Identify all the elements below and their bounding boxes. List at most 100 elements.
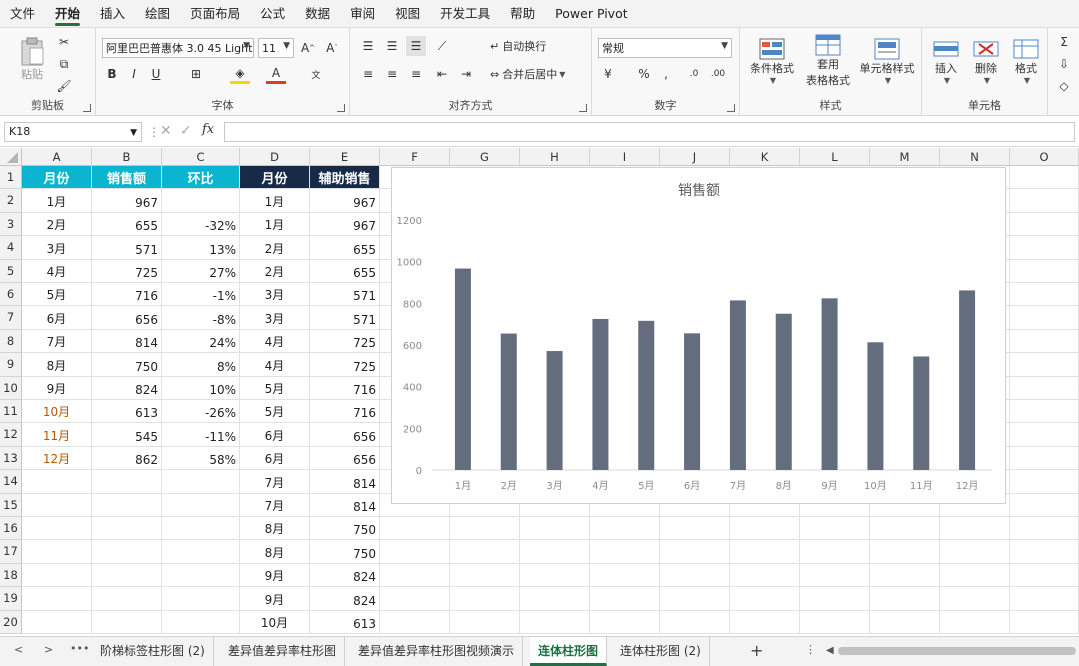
month-cell[interactable]: 5月 — [22, 283, 92, 307]
aux-sales-cell[interactable]: 814 — [310, 493, 380, 517]
growth-cell[interactable]: 58% — [162, 446, 240, 471]
column-header-H[interactable]: H — [520, 148, 590, 166]
bar-5月[interactable] — [638, 320, 655, 470]
grid-cell[interactable] — [660, 587, 730, 611]
grid-cell[interactable] — [1010, 587, 1079, 611]
grid-cell[interactable] — [92, 493, 162, 517]
orientation-icon[interactable]: ⟋ — [432, 36, 452, 56]
grid-cell[interactable] — [590, 587, 660, 611]
aux-month-cell[interactable]: 6月 — [240, 446, 310, 471]
cell-styles-button[interactable]: 单元格样式 ▼ — [856, 34, 918, 88]
aux-month-cell[interactable]: 2月 — [240, 236, 310, 260]
grid-cell[interactable] — [450, 517, 520, 541]
aux-sales-cell[interactable]: 656 — [310, 446, 380, 471]
hscroll-left-icon[interactable]: ◀ — [826, 645, 834, 656]
name-box[interactable]: K18 ▼ — [4, 122, 142, 142]
grid-cell[interactable] — [800, 587, 870, 611]
percent-icon[interactable]: % — [634, 64, 654, 84]
aux-month-cell[interactable]: 4月 — [240, 353, 310, 377]
grid-cell[interactable] — [22, 563, 92, 588]
bar-10月[interactable] — [867, 342, 884, 470]
column-header-G[interactable]: G — [450, 148, 520, 166]
scroll-left-icon[interactable]: < — [14, 643, 23, 656]
row-header-8[interactable]: 8 — [0, 329, 22, 354]
grid-cell[interactable] — [800, 517, 870, 541]
row-header-14[interactable]: 14 — [0, 470, 22, 494]
grid-cell[interactable] — [380, 563, 450, 588]
bar-3月[interactable] — [546, 351, 563, 470]
aux-sales-cell[interactable]: 656 — [310, 423, 380, 447]
border-icon[interactable]: ⊞ — [186, 64, 206, 84]
aux-sales-cell[interactable]: 725 — [310, 353, 380, 377]
aux-sales-cell[interactable]: 824 — [310, 563, 380, 588]
increase-indent-icon[interactable]: ⇥ — [456, 64, 476, 84]
bar-4月[interactable] — [592, 318, 609, 470]
grid-cell[interactable] — [1010, 353, 1079, 377]
grid-cell[interactable] — [92, 540, 162, 564]
bold-icon[interactable]: B — [102, 64, 122, 84]
aux-month-cell[interactable]: 5月 — [240, 376, 310, 400]
menu-item-4[interactable]: 页面布局 — [180, 0, 250, 28]
phonetic-icon[interactable]: 文 — [306, 64, 326, 84]
row-header-20[interactable]: 20 — [0, 610, 22, 634]
grid-cell[interactable] — [22, 587, 92, 611]
number-launcher-icon[interactable] — [727, 104, 735, 112]
underline-icon[interactable]: U — [146, 64, 166, 84]
merge-center-button[interactable]: ⇔ 合并后居中 ▼ — [490, 64, 565, 84]
aux-month-cell[interactable]: 3月 — [240, 283, 310, 307]
aux-month-cell[interactable]: 4月 — [240, 329, 310, 354]
aux-month-cell[interactable]: 5月 — [240, 400, 310, 424]
grid-cell[interactable] — [380, 517, 450, 541]
increase-decimal-icon[interactable]: .0 — [684, 64, 704, 84]
wrap-text-button[interactable]: ↵ 自动换行 — [490, 36, 546, 56]
bar-11月[interactable] — [913, 356, 930, 470]
grid-cell[interactable] — [520, 563, 590, 588]
grid-cell[interactable] — [590, 610, 660, 634]
aux-sales-cell[interactable]: 967 — [310, 189, 380, 213]
formula-input[interactable] — [224, 122, 1075, 142]
grid-cell[interactable] — [940, 563, 1010, 588]
format-painter-icon[interactable]: 🖌 — [54, 76, 74, 96]
grid-cell[interactable] — [1010, 283, 1079, 307]
sales-cell[interactable]: 824 — [92, 376, 162, 400]
aux-sales-cell[interactable]: 814 — [310, 470, 380, 494]
fill-color-icon[interactable]: ◈ — [230, 64, 250, 84]
row-header-1[interactable]: 1 — [0, 166, 22, 190]
align-left-icon[interactable]: ≡ — [358, 64, 378, 84]
grid-cell[interactable] — [730, 610, 800, 634]
aux-sales-cell[interactable]: 571 — [310, 306, 380, 330]
sales-cell[interactable]: 967 — [92, 189, 162, 213]
grid-cell[interactable] — [940, 610, 1010, 634]
format-as-table-button[interactable]: 套用 表格格式 — [800, 34, 856, 88]
delete-cells-button[interactable]: 删除 ▼ — [966, 34, 1006, 88]
grid-cell[interactable] — [162, 610, 240, 634]
grid-cell[interactable] — [450, 563, 520, 588]
aux-month-cell[interactable]: 7月 — [240, 493, 310, 517]
italic-icon[interactable]: I — [124, 64, 144, 84]
column-header-C[interactable]: C — [162, 148, 240, 166]
grid-cell[interactable] — [450, 540, 520, 564]
month-cell[interactable]: 9月 — [22, 376, 92, 400]
grid-cell[interactable] — [92, 563, 162, 588]
grid-cell[interactable] — [92, 610, 162, 634]
aux-month-cell[interactable]: 7月 — [240, 470, 310, 494]
aux-sales-cell[interactable]: 655 — [310, 259, 380, 283]
sales-cell[interactable]: 655 — [92, 212, 162, 237]
growth-cell[interactable]: -1% — [162, 283, 240, 307]
right-table-header[interactable]: 月份 — [240, 166, 310, 190]
grid-cell[interactable] — [520, 540, 590, 564]
insert-function-icon[interactable]: fx — [202, 122, 214, 137]
month-cell[interactable]: 8月 — [22, 353, 92, 377]
sales-cell[interactable]: 613 — [92, 400, 162, 424]
aux-sales-cell[interactable]: 967 — [310, 212, 380, 237]
grid-cell[interactable] — [1010, 189, 1079, 213]
grid-cell[interactable] — [1010, 306, 1079, 330]
sheet-tab-4[interactable]: 连体柱形图 (2) — [612, 637, 710, 666]
sheet-tab-1[interactable]: 差异值差异率柱形图 — [220, 637, 346, 666]
grid-cell[interactable] — [1010, 400, 1079, 424]
grid-cell[interactable] — [22, 493, 92, 517]
sales-cell[interactable]: 725 — [92, 259, 162, 283]
cut-icon[interactable]: ✂ — [54, 32, 74, 52]
more-options-icon[interactable]: ⋮ — [148, 125, 160, 139]
grid-cell[interactable] — [730, 587, 800, 611]
